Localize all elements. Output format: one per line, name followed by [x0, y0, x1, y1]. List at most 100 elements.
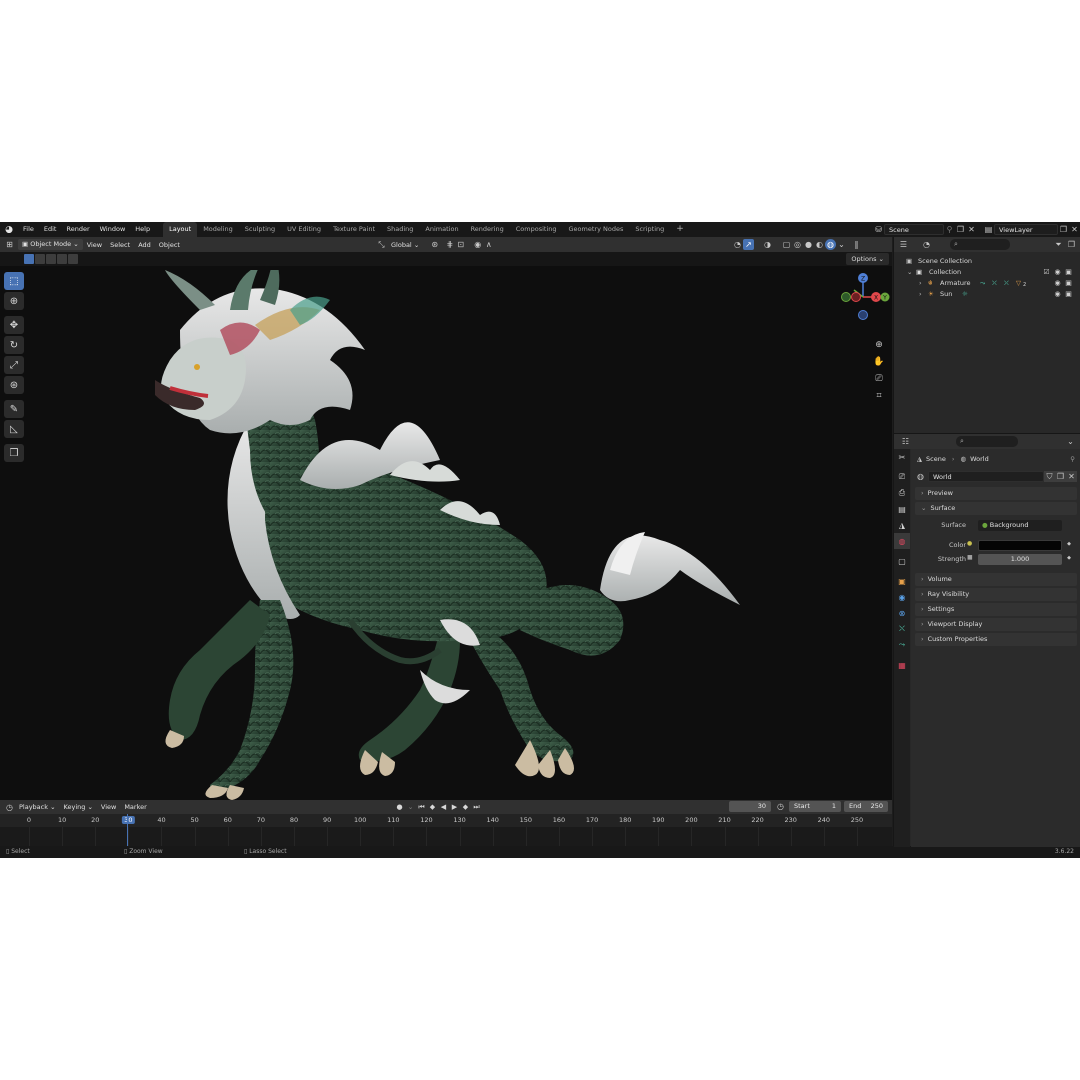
overlay-icon[interactable]: ◑ [762, 239, 773, 250]
outliner-search-input[interactable]: ⌕ [950, 239, 1010, 250]
output-tab-icon[interactable]: ⎙ [894, 485, 910, 501]
armature-data-icon[interactable]: ⛌ [992, 278, 997, 289]
timeline-editor-type-icon[interactable]: ◷ [4, 802, 15, 813]
render-camera-icon[interactable]: ▣ [1063, 267, 1074, 278]
frame-tick-170[interactable]: 170 [586, 816, 598, 824]
snap-icon[interactable]: ⋕ [444, 239, 455, 250]
frame-tick-140[interactable]: 140 [486, 816, 498, 824]
tab-modeling[interactable]: Modeling [197, 222, 239, 237]
tab-geometry-nodes[interactable]: Geometry Nodes [563, 222, 630, 237]
exclude-checkbox[interactable]: ☑ [1041, 267, 1052, 278]
world-tab-icon[interactable]: ◍ [894, 533, 910, 549]
visibility-icon[interactable]: ◔ [732, 239, 743, 250]
current-frame-field[interactable]: 30 [729, 801, 771, 812]
scene-field[interactable]: Scene [884, 224, 944, 235]
pivot-icon[interactable]: ⊛ [429, 239, 440, 250]
material-shading-icon[interactable]: ◐ [814, 239, 825, 250]
collection-row[interactable]: ⌄ ▣ Collection ☑ ◉ ▣ [894, 267, 1080, 278]
render-camera-icon[interactable]: ▣ [1063, 278, 1074, 289]
pin-icon[interactable]: ⚲ [944, 224, 955, 235]
menu-file[interactable]: File [18, 222, 39, 237]
dragon-model[interactable] [140, 270, 750, 800]
properties-search-input[interactable]: ⌕ [956, 436, 1018, 447]
world-browse-icon[interactable]: ◍ [915, 471, 926, 482]
view-layer-tab-icon[interactable]: ▤ [894, 501, 910, 517]
panel-viewport-display[interactable]: › Viewport Display [915, 618, 1077, 631]
menu-playback[interactable]: Playback ⌄ [15, 803, 60, 811]
strength-socket-icon[interactable]: ■ [967, 554, 973, 561]
gizmo-neg-y[interactable] [841, 292, 851, 302]
frame-tick-220[interactable]: 220 [751, 816, 763, 824]
tab-shading[interactable]: Shading [381, 222, 419, 237]
filter-icon[interactable]: ⏷ [1053, 239, 1064, 250]
wireframe-shading-icon[interactable]: ◎ [792, 239, 803, 250]
constraint-icon[interactable]: ⛌ [1004, 278, 1009, 289]
surface-shader-field[interactable]: ● Background [978, 520, 1062, 531]
frame-tick-160[interactable]: 160 [553, 816, 565, 824]
expand-arrow-icon[interactable]: › [919, 278, 922, 289]
frame-tick-190[interactable]: 190 [652, 816, 664, 824]
expand-arrow-icon[interactable]: › [919, 289, 922, 300]
pin-icon[interactable]: ⚲ [1070, 455, 1075, 463]
play-icon[interactable]: ▶ [449, 801, 460, 813]
bone-tab-icon[interactable]: ⤳ [894, 637, 910, 653]
tab-animation[interactable]: Animation [419, 222, 464, 237]
snap-target-icon[interactable]: ⊡ [455, 239, 466, 250]
frame-tick-200[interactable]: 200 [685, 816, 697, 824]
gizmo-neg-x[interactable] [851, 292, 861, 302]
menu-object[interactable]: Object [155, 241, 184, 249]
frame-tick-50[interactable]: 50 [190, 816, 198, 824]
jump-start-icon[interactable]: ⏮ [416, 801, 427, 813]
light-data-icon[interactable]: ☼ [962, 289, 968, 300]
frame-tick-180[interactable]: 180 [619, 816, 631, 824]
render-tab-icon[interactable]: ⎚ [894, 469, 910, 485]
armature-row[interactable]: › ☬ Armature ⤳ ⛌ ⛌ ▽ 2 ◉ ▣ [894, 278, 1080, 289]
panel-preview[interactable]: › Preview [915, 487, 1077, 500]
texture-tab-icon[interactable]: ▦ [894, 657, 910, 673]
display-mode-icon[interactable]: ◔ [921, 239, 932, 250]
zoom-icon[interactable]: ⊕ [872, 340, 886, 357]
visibility-eye-icon[interactable]: ◉ [1052, 267, 1063, 278]
color-socket-icon[interactable]: ● [967, 540, 972, 547]
object-tab-icon[interactable]: ▣ [894, 573, 910, 589]
strength-keyframe-icon[interactable]: ◆ [1067, 555, 1071, 561]
rendered-shading-icon[interactable]: ◍ [825, 239, 836, 250]
tab-layout[interactable]: Layout [163, 222, 198, 237]
solid-shading-icon[interactable]: ● [803, 239, 814, 250]
shading-options-icon[interactable]: ⌄ [836, 239, 847, 250]
frame-tick-230[interactable]: 230 [785, 816, 797, 824]
frame-tick-70[interactable]: 70 [257, 816, 265, 824]
sun-row[interactable]: › ☀ Sun ☼ ◉ ▣ [894, 289, 1080, 300]
next-keyframe-icon[interactable]: ◆ [460, 801, 471, 813]
xray-icon[interactable]: ▢ [781, 239, 792, 250]
frame-tick-80[interactable]: 80 [290, 816, 298, 824]
panel-surface[interactable]: ⌄ Surface [915, 502, 1077, 515]
menu-render[interactable]: Render [61, 222, 94, 237]
3d-viewport[interactable]: Options ⌄ ⬚ ⊕ ✥ ↻ ⤢ ⊛ ✎ ◺ ❒ Z X Y ⊕ ✋ ⎚ … [0, 252, 892, 800]
tool-tab-icon[interactable]: ✂ [894, 449, 910, 465]
playhead-line[interactable] [127, 814, 128, 846]
menu-edit[interactable]: Edit [39, 222, 62, 237]
select-intersect-icon[interactable] [68, 254, 78, 264]
timeline-tracks[interactable] [0, 827, 892, 846]
expand-arrow-icon[interactable]: ⌄ [907, 267, 912, 278]
tab-compositing[interactable]: Compositing [510, 222, 563, 237]
blender-logo-icon[interactable]: ◕ [2, 222, 16, 237]
view-layer-icon[interactable]: ▤ [983, 224, 994, 235]
scene-tab-icon[interactable]: ◮ [894, 517, 910, 533]
frame-tick-40[interactable]: 40 [157, 816, 165, 824]
frame-tick-120[interactable]: 120 [420, 816, 432, 824]
frame-tick-10[interactable]: 10 [58, 816, 66, 824]
color-swatch[interactable] [978, 540, 1062, 551]
jump-end-icon[interactable]: ⏭ [471, 801, 482, 813]
record-icon[interactable]: ● [394, 801, 405, 813]
navigation-gizmo[interactable]: Z X Y [836, 270, 890, 324]
unlink-world-icon[interactable]: ✕ [1066, 470, 1077, 482]
strength-field[interactable]: 1.000 [978, 554, 1062, 565]
select-subtract-icon[interactable] [46, 254, 56, 264]
frame-tick-150[interactable]: 150 [520, 816, 532, 824]
select-invert-icon[interactable] [57, 254, 67, 264]
frame-tick-0[interactable]: 0 [27, 816, 31, 824]
clock-icon[interactable]: ◷ [775, 801, 786, 812]
camera-icon[interactable]: ⎚ [872, 374, 886, 391]
